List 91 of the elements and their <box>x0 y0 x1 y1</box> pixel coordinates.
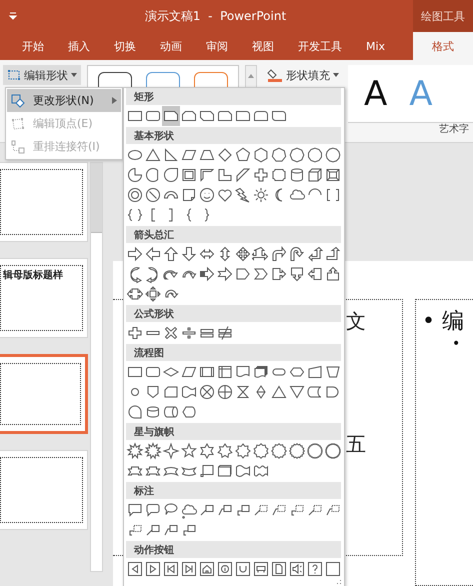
arrow-leftup-shape-icon[interactable] <box>306 244 324 264</box>
thumbnail-title: 辑母版标题样 <box>3 268 63 282</box>
smiley-shape-icon[interactable] <box>198 185 216 205</box>
star12-shape-icon[interactable] <box>270 441 288 461</box>
resize-grip-icon[interactable] <box>334 578 342 586</box>
slide-thumbnail[interactable] <box>0 354 88 434</box>
action-document-shape-icon[interactable] <box>270 559 288 579</box>
scroll-up-icon <box>248 74 254 78</box>
ribbon-tab[interactable]: 开始 <box>10 32 56 60</box>
or-shape-icon[interactable] <box>216 382 234 402</box>
section-header: 基本形状 <box>126 127 341 144</box>
customize-toolbar-icon[interactable] <box>8 11 18 21</box>
explosion1-shape-icon[interactable] <box>126 441 144 461</box>
caret-icon <box>71 73 77 77</box>
summing-shape-icon[interactable] <box>198 382 216 402</box>
ribbon-tab[interactable]: 动画 <box>148 32 194 60</box>
star32-shape-icon[interactable] <box>324 441 342 461</box>
reroute-connector-icon <box>11 140 25 154</box>
ribbon-tab[interactable]: 开发工具 <box>286 32 354 60</box>
decagon-shape-icon[interactable] <box>306 145 324 165</box>
arrow-right-shape-icon[interactable] <box>126 244 144 264</box>
ribbon-tab[interactable]: 审阅 <box>194 32 240 60</box>
slide-text: 五 <box>346 431 366 458</box>
section-header: 动作按钮 <box>126 541 341 558</box>
star10-shape-icon[interactable] <box>252 441 270 461</box>
nosymbol-shape-icon[interactable] <box>144 185 162 205</box>
star24-shape-icon[interactable] <box>306 441 324 461</box>
lightning-shape-icon[interactable] <box>234 185 252 205</box>
arrow-up-shape-icon[interactable] <box>162 244 180 264</box>
slide-thumbnail[interactable]: 辑母版标题样 <box>0 258 88 338</box>
arrow-bent-shape-icon[interactable] <box>270 244 288 264</box>
action-info-shape-icon[interactable] <box>216 559 234 579</box>
arrow-quad-shape-icon[interactable] <box>234 244 252 264</box>
arrow-striped-shape-icon[interactable] <box>198 264 216 284</box>
action-forward-shape-icon[interactable] <box>144 559 162 579</box>
section-header: 公式形状 <box>126 305 341 322</box>
window-title: 演示文稿1 - PowerPoint <box>144 8 286 24</box>
context-tab-label: 绘图工具 <box>413 0 473 32</box>
section-header: 星与旗帜 <box>126 423 341 440</box>
shape-fill-button[interactable]: 形状填充 <box>263 65 343 85</box>
wordart-style-sample[interactable]: A <box>364 76 388 110</box>
bullet-text: • <box>451 336 462 352</box>
section-header: 流程图 <box>126 344 341 361</box>
hexagon-shape-icon[interactable] <box>252 145 270 165</box>
sun-shape-icon[interactable] <box>252 185 270 205</box>
donut-shape-icon[interactable] <box>126 185 144 205</box>
dodecagon-shape-icon[interactable] <box>324 145 342 165</box>
action-return-shape-icon[interactable] <box>234 559 252 579</box>
edit-shape-button[interactable]: 编辑形状 <box>3 65 81 85</box>
edit-points-icon <box>7 69 21 81</box>
arrow-notched-shape-icon[interactable] <box>216 264 234 284</box>
caret-icon <box>333 73 339 77</box>
section-header: 箭头总汇 <box>126 226 341 243</box>
action-end-shape-icon[interactable] <box>180 559 198 579</box>
arrow-uturn-shape-icon[interactable] <box>288 244 306 264</box>
action-home-shape-icon[interactable] <box>198 559 216 579</box>
arrow-left-shape-icon[interactable] <box>144 244 162 264</box>
star4-shape-icon[interactable] <box>162 441 180 461</box>
ribbon-tab[interactable]: 切换 <box>102 32 148 60</box>
ribbon-tab[interactable]: 插入 <box>56 32 102 60</box>
action-help-shape-icon[interactable] <box>306 559 324 579</box>
bullet-text: • 编 <box>422 308 465 336</box>
section-header: 标注 <box>126 482 341 499</box>
star16-shape-icon[interactable] <box>288 441 306 461</box>
action-begin-shape-icon[interactable] <box>162 559 180 579</box>
slide-text: 文 <box>346 308 366 335</box>
arrow-down-shape-icon[interactable] <box>180 244 198 264</box>
action-blank-shape-icon[interactable] <box>324 559 342 579</box>
ribbon-tab[interactable]: Mix <box>354 32 398 60</box>
change-shape-icon <box>11 94 25 108</box>
menu-item[interactable]: 更改形状(N) <box>7 89 121 112</box>
teardrop-shape-icon[interactable] <box>162 165 180 185</box>
wordart-style-sample[interactable]: A <box>409 76 433 110</box>
paint-bucket-icon <box>267 68 283 82</box>
section-header: 矩形 <box>126 88 341 105</box>
edit-points-icon <box>11 116 25 130</box>
octagon-shape-icon[interactable] <box>288 145 306 165</box>
star7-shape-icon[interactable] <box>216 441 234 461</box>
callout-arrow-quad-shape-icon[interactable] <box>144 284 162 304</box>
action-back-shape-icon[interactable] <box>126 559 144 579</box>
snip-shape-icon[interactable] <box>162 106 180 126</box>
action-movie-shape-icon[interactable] <box>252 559 270 579</box>
explosion2-shape-icon[interactable] <box>144 441 162 461</box>
scrollbar[interactable] <box>90 162 103 572</box>
star8-shape-icon[interactable] <box>234 441 252 461</box>
action-sound-shape-icon[interactable] <box>288 559 306 579</box>
group-label: 艺术字 <box>439 122 469 136</box>
pie-shape-icon[interactable] <box>126 165 144 185</box>
ribbon-tab[interactable]: 视图 <box>240 32 286 60</box>
star6-shape-icon[interactable] <box>198 441 216 461</box>
ribbon-tab[interactable]: 格式 <box>413 32 473 60</box>
